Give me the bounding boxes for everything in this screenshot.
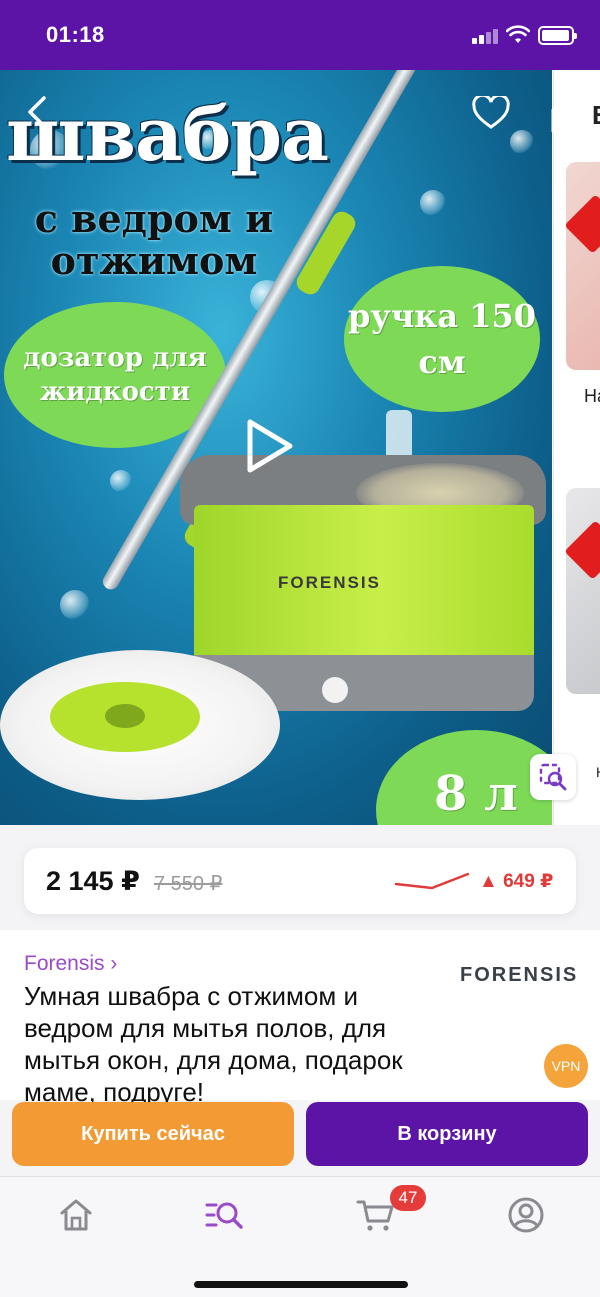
bucket-brand-label: FORENSIS [278,573,381,592]
image-search-icon [539,763,567,791]
similar-product-thumb[interactable] [566,162,600,370]
similar-product-label[interactable]: Н [596,764,600,780]
back-icon[interactable] [20,94,56,130]
wifi-icon [506,25,530,43]
product-photo[interactable]: швабра с ведром и отжимом дозатор для жи… [0,70,552,825]
image-search-button[interactable] [530,754,576,800]
buy-now-button[interactable]: Купить сейчас [12,1102,294,1166]
battery-icon [538,26,577,45]
play-video-icon[interactable] [246,418,294,474]
bottom-tab-bar: 47 [0,1176,600,1297]
similar-product-thumb[interactable] [566,488,600,694]
add-to-cart-button[interactable]: В корзину [306,1102,588,1166]
similar-products-panel[interactable]: В На Н [553,70,600,825]
purchase-actions: Купить сейчас В корзину [0,1092,600,1176]
signal-icon [472,28,500,44]
product-page: 01:18 швабра с ведром и отжимом дозатор … [0,0,600,1297]
home-indicator [194,1281,408,1288]
price-history-graph-icon [394,872,470,890]
brand-link[interactable]: Forensis › [24,952,117,976]
brand-logo[interactable]: FORENSIS [460,964,578,987]
status-bar: 01:18 [0,0,600,70]
price-card[interactable]: 2 145 ₽ 7 550 ₽ ▲ 649 ₽ [24,848,576,914]
cart-count-badge: 47 [390,1185,426,1211]
promo-subheadline: с ведром и отжимом [34,196,274,283]
status-time: 01:18 [46,22,105,47]
product-info: Forensis › FORENSIS Умная швабра с отжим… [0,930,600,1107]
similar-products-header: В [592,100,600,131]
product-title: Умная швабра с отжимом и ведром для мыть… [24,981,403,1107]
favorite-heart-icon[interactable] [472,96,510,130]
price-change-label: ▲ 649 ₽ [479,871,554,892]
mop-plate-illustration [50,682,200,752]
share-icon[interactable] [548,94,582,134]
vpn-badge[interactable]: VPN [544,1044,588,1088]
handle-length-badge: ручка 150 см [344,266,540,412]
current-price: 2 145 ₽ [46,866,140,896]
old-price: 7 550 ₽ [154,873,223,895]
similar-product-label[interactable]: На [584,386,600,407]
product-gallery[interactable]: швабра с ведром и отжимом дозатор для жи… [0,70,600,825]
profile-icon[interactable] [506,1195,546,1235]
catalog-search-icon[interactable] [204,1195,244,1235]
home-icon[interactable] [56,1195,96,1235]
